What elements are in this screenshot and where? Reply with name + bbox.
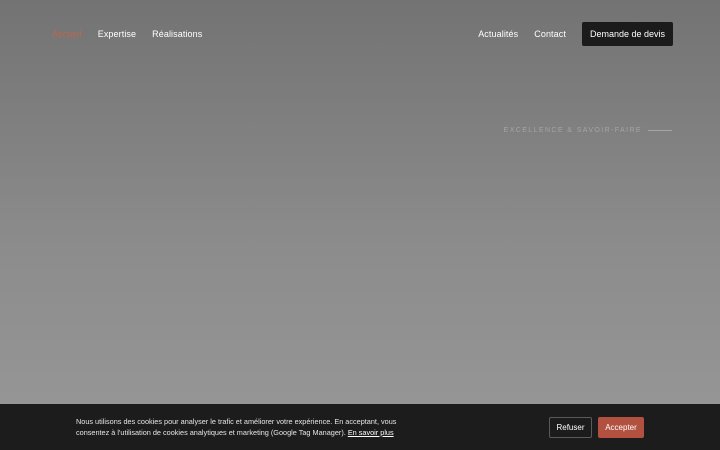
main-navigation: Accueil Expertise Réalisations Actualité… [0, 22, 720, 46]
nav-right-group: Actualités Contact Demande de devis [478, 22, 673, 46]
hero-tagline-text: Excellence & savoir-faire [503, 127, 642, 134]
quote-request-button[interactable]: Demande de devis [581, 22, 673, 46]
tagline-divider [648, 130, 672, 131]
cookie-refuse-button[interactable]: Refuser [549, 417, 592, 438]
nav-link-contact[interactable]: Contact [534, 29, 566, 39]
nav-link-realisations[interactable]: Réalisations [152, 29, 202, 39]
cookie-accept-button[interactable]: Accepter [598, 417, 644, 438]
page: Accueil Expertise Réalisations Actualité… [0, 0, 720, 450]
nav-link-expertise[interactable]: Expertise [98, 29, 136, 39]
nav-left-group: Accueil Expertise Réalisations [52, 22, 202, 46]
nav-link-actualites[interactable]: Actualités [478, 29, 518, 39]
cookie-banner: Nous utilisons des cookies pour analyser… [0, 404, 720, 450]
nav-link-accueil[interactable]: Accueil [52, 29, 82, 39]
hero-tagline: Excellence & savoir-faire [504, 127, 672, 134]
cookie-message: Nous utilisons des cookies pour analyser… [76, 416, 426, 438]
cookie-learn-more-link[interactable]: En savoir plus [348, 428, 394, 437]
